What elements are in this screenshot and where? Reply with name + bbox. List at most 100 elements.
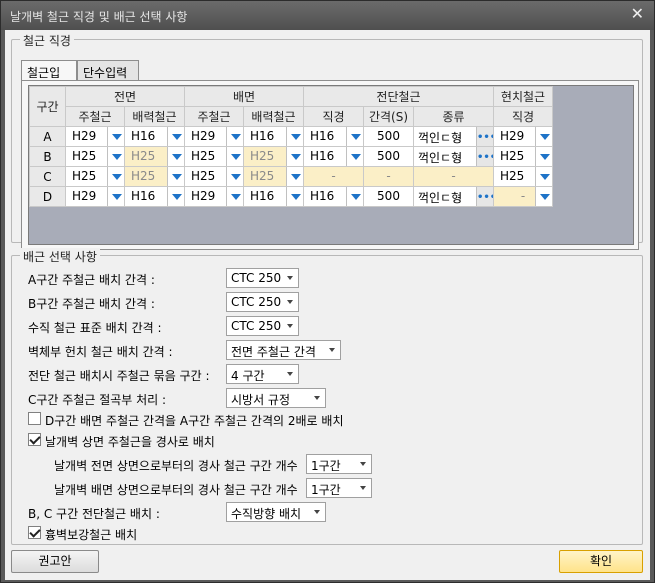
dropdown-arrow-icon[interactable] xyxy=(226,167,243,186)
dropdown-arrow-icon[interactable] xyxy=(286,127,303,146)
shear-type-field[interactable]: 꺽인ㄷ형 ••• xyxy=(414,127,493,146)
front-main-combo[interactable]: H29 xyxy=(66,187,124,206)
shear-dia-combo[interactable]: H16 xyxy=(304,127,363,146)
slope-top-label[interactable]: 날개벽 상면 주철근을 경사로 배치 xyxy=(45,433,215,450)
field-dia-combo[interactable]: H25 xyxy=(494,167,552,186)
dropdown-arrow-icon[interactable] xyxy=(226,127,243,146)
a-main-spacing-label: A구간 주철근 배치 간격 : xyxy=(28,273,155,287)
cell-value: H29 xyxy=(191,189,216,203)
table-row: B H25 H25 H25 H25 H16 500 꺽인ㄷ형 ••• H25 xyxy=(29,146,553,167)
b-main-spacing-select[interactable]: CTC 250 xyxy=(226,292,299,312)
back-main-combo[interactable]: H29 xyxy=(185,187,243,206)
dropdown-arrow-icon[interactable] xyxy=(226,147,243,166)
select-value: 시방서 규정 xyxy=(231,393,291,407)
shear-type-field[interactable]: 꺽인ㄷ형 ••• xyxy=(414,187,493,206)
cell-value: H25 xyxy=(191,149,216,163)
cell-value: H25 xyxy=(250,149,275,163)
back-main-combo[interactable]: H25 xyxy=(185,167,243,186)
dropdown-arrow-icon[interactable] xyxy=(167,167,184,186)
back-dist-combo[interactable]: H16 xyxy=(244,187,303,206)
ok-button[interactable]: 확인 xyxy=(559,550,643,573)
tab-rebar-input[interactable]: 철근입력 xyxy=(21,60,77,97)
shear-spacing-input[interactable]: 500 xyxy=(364,127,413,146)
field-dia-combo[interactable]: H29 xyxy=(494,127,552,146)
tab-layer-input[interactable]: 단수입력 xyxy=(77,60,139,81)
dropdown-arrow-icon[interactable] xyxy=(346,147,363,166)
haunch-spacing-select[interactable]: 전면 주철근 간격 xyxy=(226,340,341,360)
c-cutoff-select[interactable]: 시방서 규정 xyxy=(226,388,326,408)
bc-shear-label: B, C 구간 전단철근 배치 : xyxy=(28,507,160,521)
front-main-combo[interactable]: H25 xyxy=(66,147,124,166)
b-main-spacing-label: B구간 주철근 배치 간격 : xyxy=(28,297,155,311)
bc-shear-select[interactable]: 수직방향 배치 xyxy=(226,502,326,522)
shear-spacing-cell-disabled: - xyxy=(364,167,413,186)
cell-value: H16 xyxy=(250,189,275,203)
slope-front-select[interactable]: 1구간 xyxy=(306,454,372,474)
back-dist-combo[interactable]: H16 xyxy=(244,127,303,146)
dropdown-arrow-icon[interactable] xyxy=(107,147,124,166)
front-main-combo[interactable]: H25 xyxy=(66,167,124,186)
vertical-spacing-select[interactable]: CTC 250 xyxy=(226,316,299,336)
shear-dia-combo[interactable]: H16 xyxy=(304,147,363,166)
shear-dia-cell-disabled: - xyxy=(304,167,363,186)
dropdown-arrow-icon[interactable] xyxy=(535,167,552,186)
close-icon[interactable]: ✕ xyxy=(631,4,644,23)
dropdown-arrow-icon[interactable] xyxy=(535,147,552,166)
d-double-checkbox[interactable] xyxy=(28,412,41,425)
slope-back-label: 날개벽 배면 상면으로부터의 경사 철근 구간 개수 xyxy=(54,483,298,497)
d-double-label[interactable]: D구간 배면 주철근 간격을 A구간 주철근 간격의 2배로 배치 xyxy=(45,412,343,429)
slope-back-select[interactable]: 1구간 xyxy=(306,478,372,498)
dropdown-arrow-icon[interactable] xyxy=(107,187,124,206)
dropdown-arrow-icon[interactable] xyxy=(286,147,303,166)
back-dist-cell-disabled: H25 xyxy=(244,147,303,166)
slope-top-checkbox[interactable] xyxy=(28,433,41,446)
cell-value: H29 xyxy=(72,189,97,203)
wall-reinf-label[interactable]: 흉벽보강철근 배치 xyxy=(45,526,137,543)
dropdown-arrow-icon[interactable] xyxy=(107,127,124,146)
field-dia-combo[interactable]: H25 xyxy=(494,147,552,166)
header-section: 구간 xyxy=(29,86,66,127)
title-bar: 날개벽 철근 직경 및 배근 선택 사항 ✕ xyxy=(1,1,654,30)
front-dist-combo[interactable]: H16 xyxy=(125,187,184,206)
shear-spacing-input[interactable]: 500 xyxy=(364,147,413,166)
cell-value: - xyxy=(386,169,391,183)
dropdown-arrow-icon[interactable] xyxy=(346,187,363,206)
shear-type-field[interactable]: 꺽인ㄷ형 ••• xyxy=(414,147,493,166)
dropdown-arrow-icon[interactable] xyxy=(107,167,124,186)
a-main-spacing-select[interactable]: CTC 250 xyxy=(226,268,299,288)
row-section-label: C xyxy=(29,166,66,187)
dropdown-arrow-icon[interactable] xyxy=(167,147,184,166)
dropdown-arrow-icon[interactable] xyxy=(535,187,552,206)
cell-value: H16 xyxy=(131,129,156,143)
dropdown-arrow-icon[interactable] xyxy=(167,127,184,146)
row-section-label: A xyxy=(29,126,66,147)
field-dia-cell-disabled: - xyxy=(494,187,552,206)
front-dist-cell-disabled: H25 xyxy=(125,167,184,186)
cell-value: H25 xyxy=(72,149,97,163)
dialog-window: 날개벽 철근 직경 및 배근 선택 사항 ✕ 철근 직경 철근입력 단수입력 구… xyxy=(0,0,655,583)
cell-value: - xyxy=(451,169,456,183)
dropdown-arrow-icon[interactable] xyxy=(286,187,303,206)
ellipsis-icon[interactable]: ••• xyxy=(476,147,493,166)
shear-dia-combo[interactable]: H16 xyxy=(304,187,363,206)
dropdown-arrow-icon[interactable] xyxy=(346,127,363,146)
ellipsis-icon[interactable]: ••• xyxy=(476,187,493,206)
ellipsis-icon[interactable]: ••• xyxy=(476,127,493,146)
row-section-label: B xyxy=(29,146,66,167)
header-field: 현치철근 xyxy=(493,86,553,107)
shear-bundle-select[interactable]: 4 구간 xyxy=(226,364,299,384)
dropdown-arrow-icon[interactable] xyxy=(167,187,184,206)
rebar-table: 구간 전면 배면 전단철근 현치철근 주철근 배력철근 주철근 배력철근 직경 xyxy=(29,86,553,207)
dropdown-arrow-icon[interactable] xyxy=(286,167,303,186)
wall-reinf-checkbox[interactable] xyxy=(28,526,41,539)
back-main-combo[interactable]: H29 xyxy=(185,127,243,146)
front-main-combo[interactable]: H29 xyxy=(66,127,124,146)
dropdown-arrow-icon[interactable] xyxy=(226,187,243,206)
back-dist-cell-disabled: H25 xyxy=(244,167,303,186)
recommend-button[interactable]: 권고안 xyxy=(11,550,99,573)
back-main-combo[interactable]: H25 xyxy=(185,147,243,166)
shear-spacing-input[interactable]: 500 xyxy=(364,187,413,206)
dropdown-arrow-icon[interactable] xyxy=(535,127,552,146)
cell-value: H25 xyxy=(250,169,275,183)
front-dist-combo[interactable]: H16 xyxy=(125,127,184,146)
